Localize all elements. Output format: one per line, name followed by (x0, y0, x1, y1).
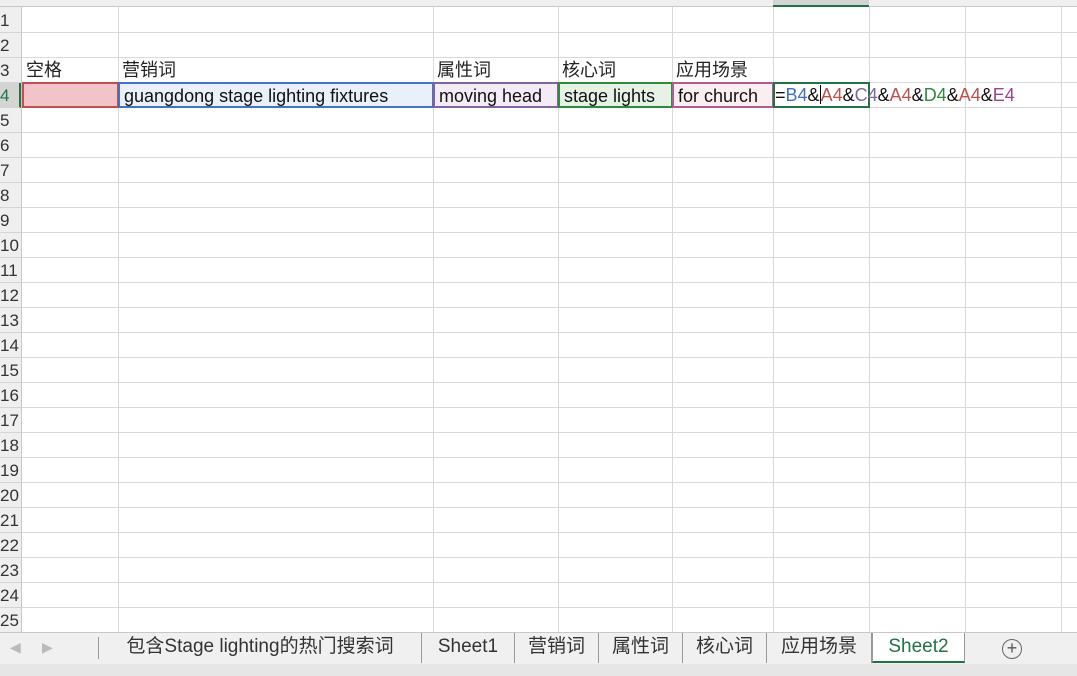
formula-amp: & (980, 85, 993, 105)
grid-line (22, 432, 1077, 433)
grid-line (22, 507, 1077, 508)
tab-hot-search-terms[interactable]: 包含Stage lighting的热门搜索词 (99, 633, 422, 663)
row-header-25[interactable]: 25 (0, 608, 21, 632)
cell-e4[interactable]: for church (672, 82, 774, 108)
row-header-17[interactable]: 17 (0, 408, 21, 433)
grid-line (22, 257, 1077, 258)
status-bar (0, 664, 1077, 676)
sheet-tab-bar: ◀ ▶ 包含Stage lighting的热门搜索词 Sheet1 营销词 属性… (0, 632, 1077, 664)
grid-line (22, 357, 1077, 358)
row-header-10[interactable]: 10 (0, 233, 21, 258)
plus-circle-icon[interactable]: + (1002, 639, 1022, 659)
row-header-20[interactable]: 20 (0, 483, 21, 508)
formula-ref-b4: B4 (785, 85, 808, 105)
cell-e3[interactable]: 应用场景 (673, 57, 773, 84)
grid-line (22, 482, 1077, 483)
cell-b4[interactable]: guangdong stage lighting fixtures (118, 82, 434, 108)
row-header-9[interactable]: 9 (0, 208, 21, 233)
tab-sheet2[interactable]: Sheet2 (872, 633, 965, 663)
triangle-left-icon[interactable]: ◀ (10, 639, 21, 656)
grid-line (22, 232, 1077, 233)
grid-line (22, 382, 1077, 383)
formula-amp: & (946, 85, 959, 105)
tab-marketing-words[interactable]: 营销词 (515, 633, 599, 663)
cell-c3[interactable]: 属性词 (434, 57, 558, 84)
grid-line (22, 132, 1077, 133)
row-header-4[interactable]: 4 (0, 83, 21, 108)
row-header-18[interactable]: 18 (0, 433, 21, 458)
grid-line (22, 32, 1077, 33)
row-header-15[interactable]: 15 (0, 358, 21, 383)
formula-ref-c4: C4 (854, 85, 878, 105)
row-header-7[interactable]: 7 (0, 158, 21, 183)
grid-line (22, 182, 1077, 183)
cell-c4[interactable]: moving head (433, 82, 559, 108)
grid-line (22, 582, 1077, 583)
row-header-5[interactable]: 5 (0, 108, 21, 133)
row-header-bar[interactable]: 1 2 3 4 5 6 7 8 9 10 11 12 13 14 15 16 17 18 19 20 21 22 23 24 2… (0, 7, 22, 632)
grid-line (22, 457, 1077, 458)
row-header-11[interactable]: 11 (0, 258, 21, 283)
formula-ref-a4: A4 (958, 85, 981, 105)
row-header-14[interactable]: 14 (0, 333, 21, 358)
row-header-1[interactable]: 1 (0, 8, 21, 33)
column-header-bar[interactable] (0, 0, 1077, 7)
tab-attribute-words[interactable]: 属性词 (599, 633, 683, 663)
row-header-8[interactable]: 8 (0, 183, 21, 208)
grid-line (22, 532, 1077, 533)
formula-ref-e4: E4 (992, 85, 1015, 105)
spreadsheet-grid[interactable]: 1 2 3 4 5 6 7 8 9 10 11 12 13 14 15 16 17 18 19 20 21 22 23 24 2… (0, 0, 1077, 632)
row-header-19[interactable]: 19 (0, 458, 21, 483)
formula-ref-a4: A4 (820, 85, 843, 105)
row-header-24[interactable]: 24 (0, 583, 21, 608)
column-header-f-selected[interactable] (773, 0, 869, 7)
row-header-21[interactable]: 21 (0, 508, 21, 533)
row-header-12[interactable]: 12 (0, 283, 21, 308)
grid-line (22, 332, 1077, 333)
row-header-2[interactable]: 2 (0, 33, 21, 58)
formula-amp: & (807, 85, 820, 105)
cell-b3[interactable]: 营销词 (119, 57, 433, 84)
cell-d4[interactable]: stage lights (558, 82, 673, 108)
grid-line (22, 307, 1077, 308)
cell-a3[interactable]: 空格 (23, 57, 118, 84)
grid-line (22, 607, 1077, 608)
row-header-23[interactable]: 23 (0, 558, 21, 583)
formula-ref-a4: A4 (889, 85, 912, 105)
cell-a4[interactable] (22, 82, 119, 108)
grid-line (1061, 7, 1062, 632)
formula-equals: = (775, 85, 786, 105)
row-header-3[interactable]: 3 (0, 58, 21, 83)
formula-ref-d4: D4 (923, 85, 947, 105)
grid-line (22, 207, 1077, 208)
triangle-right-icon[interactable]: ▶ (42, 639, 53, 656)
grid-line (22, 157, 1077, 158)
formula-amp: & (911, 85, 924, 105)
tab-core-words[interactable]: 核心词 (683, 633, 767, 663)
cell-f4-formula[interactable]: =B4&A4&C4&A4&D4&A4&E4 (775, 83, 1015, 108)
row-header-16[interactable]: 16 (0, 383, 21, 408)
formula-amp: & (877, 85, 890, 105)
row-header-22[interactable]: 22 (0, 533, 21, 558)
tab-sheet1[interactable]: Sheet1 (422, 633, 515, 663)
grid-line (22, 407, 1077, 408)
row-header-6[interactable]: 6 (0, 133, 21, 158)
cell-d3[interactable]: 核心词 (559, 57, 672, 84)
grid-line (22, 282, 1077, 283)
tab-application-scenes[interactable]: 应用场景 (767, 633, 872, 663)
formula-amp: & (842, 85, 855, 105)
grid-line (22, 557, 1077, 558)
row-header-13[interactable]: 13 (0, 308, 21, 333)
